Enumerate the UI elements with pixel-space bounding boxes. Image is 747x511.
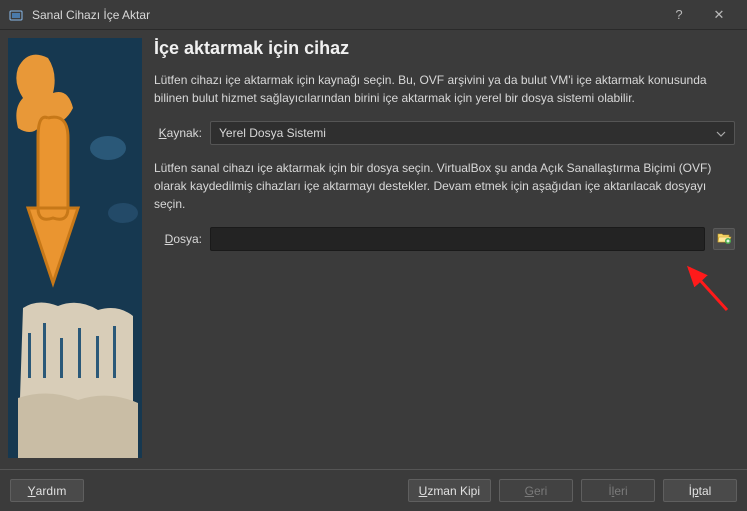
file-row: Dosya: — [154, 227, 735, 251]
intro-text: Lütfen cihazı içe aktarmak için kaynağı … — [154, 71, 735, 107]
browse-button[interactable] — [713, 228, 735, 250]
main-area: İçe aktarmak için cihaz Lütfen cihazı iç… — [0, 30, 747, 460]
file-input[interactable] — [210, 227, 705, 251]
source-value: Yerel Dosya Sistemi — [219, 126, 326, 140]
source-label: Kaynak: — [154, 126, 202, 140]
source-select[interactable]: Yerel Dosya Sistemi — [210, 121, 735, 145]
file-label: Dosya: — [154, 232, 202, 246]
page-heading: İçe aktarmak için cihaz — [154, 38, 735, 59]
source-row: Kaynak: Yerel Dosya Sistemi — [154, 121, 735, 145]
content-panel: İçe aktarmak için cihaz Lütfen cihazı iç… — [154, 38, 739, 460]
close-button[interactable]: ✕ — [699, 0, 739, 30]
help-button-footer[interactable]: Yardım — [10, 479, 84, 502]
titlebar: Sanal Cihazı İçe Aktar ? ✕ — [0, 0, 747, 30]
cancel-button[interactable]: İptal — [663, 479, 737, 502]
folder-open-icon — [716, 230, 732, 249]
wizard-illustration — [8, 38, 142, 458]
chevron-down-icon — [716, 126, 726, 140]
footer: Yardım Uzman Kipi Geri İleri İptal — [0, 469, 747, 511]
app-icon — [8, 7, 24, 23]
back-button: Geri — [499, 479, 573, 502]
file-help-text: Lütfen sanal cihazı içe aktarmak için bi… — [154, 159, 735, 213]
window-title: Sanal Cihazı İçe Aktar — [32, 8, 659, 22]
next-button: İleri — [581, 479, 655, 502]
expert-mode-button[interactable]: Uzman Kipi — [408, 479, 491, 502]
help-button[interactable]: ? — [659, 0, 699, 30]
